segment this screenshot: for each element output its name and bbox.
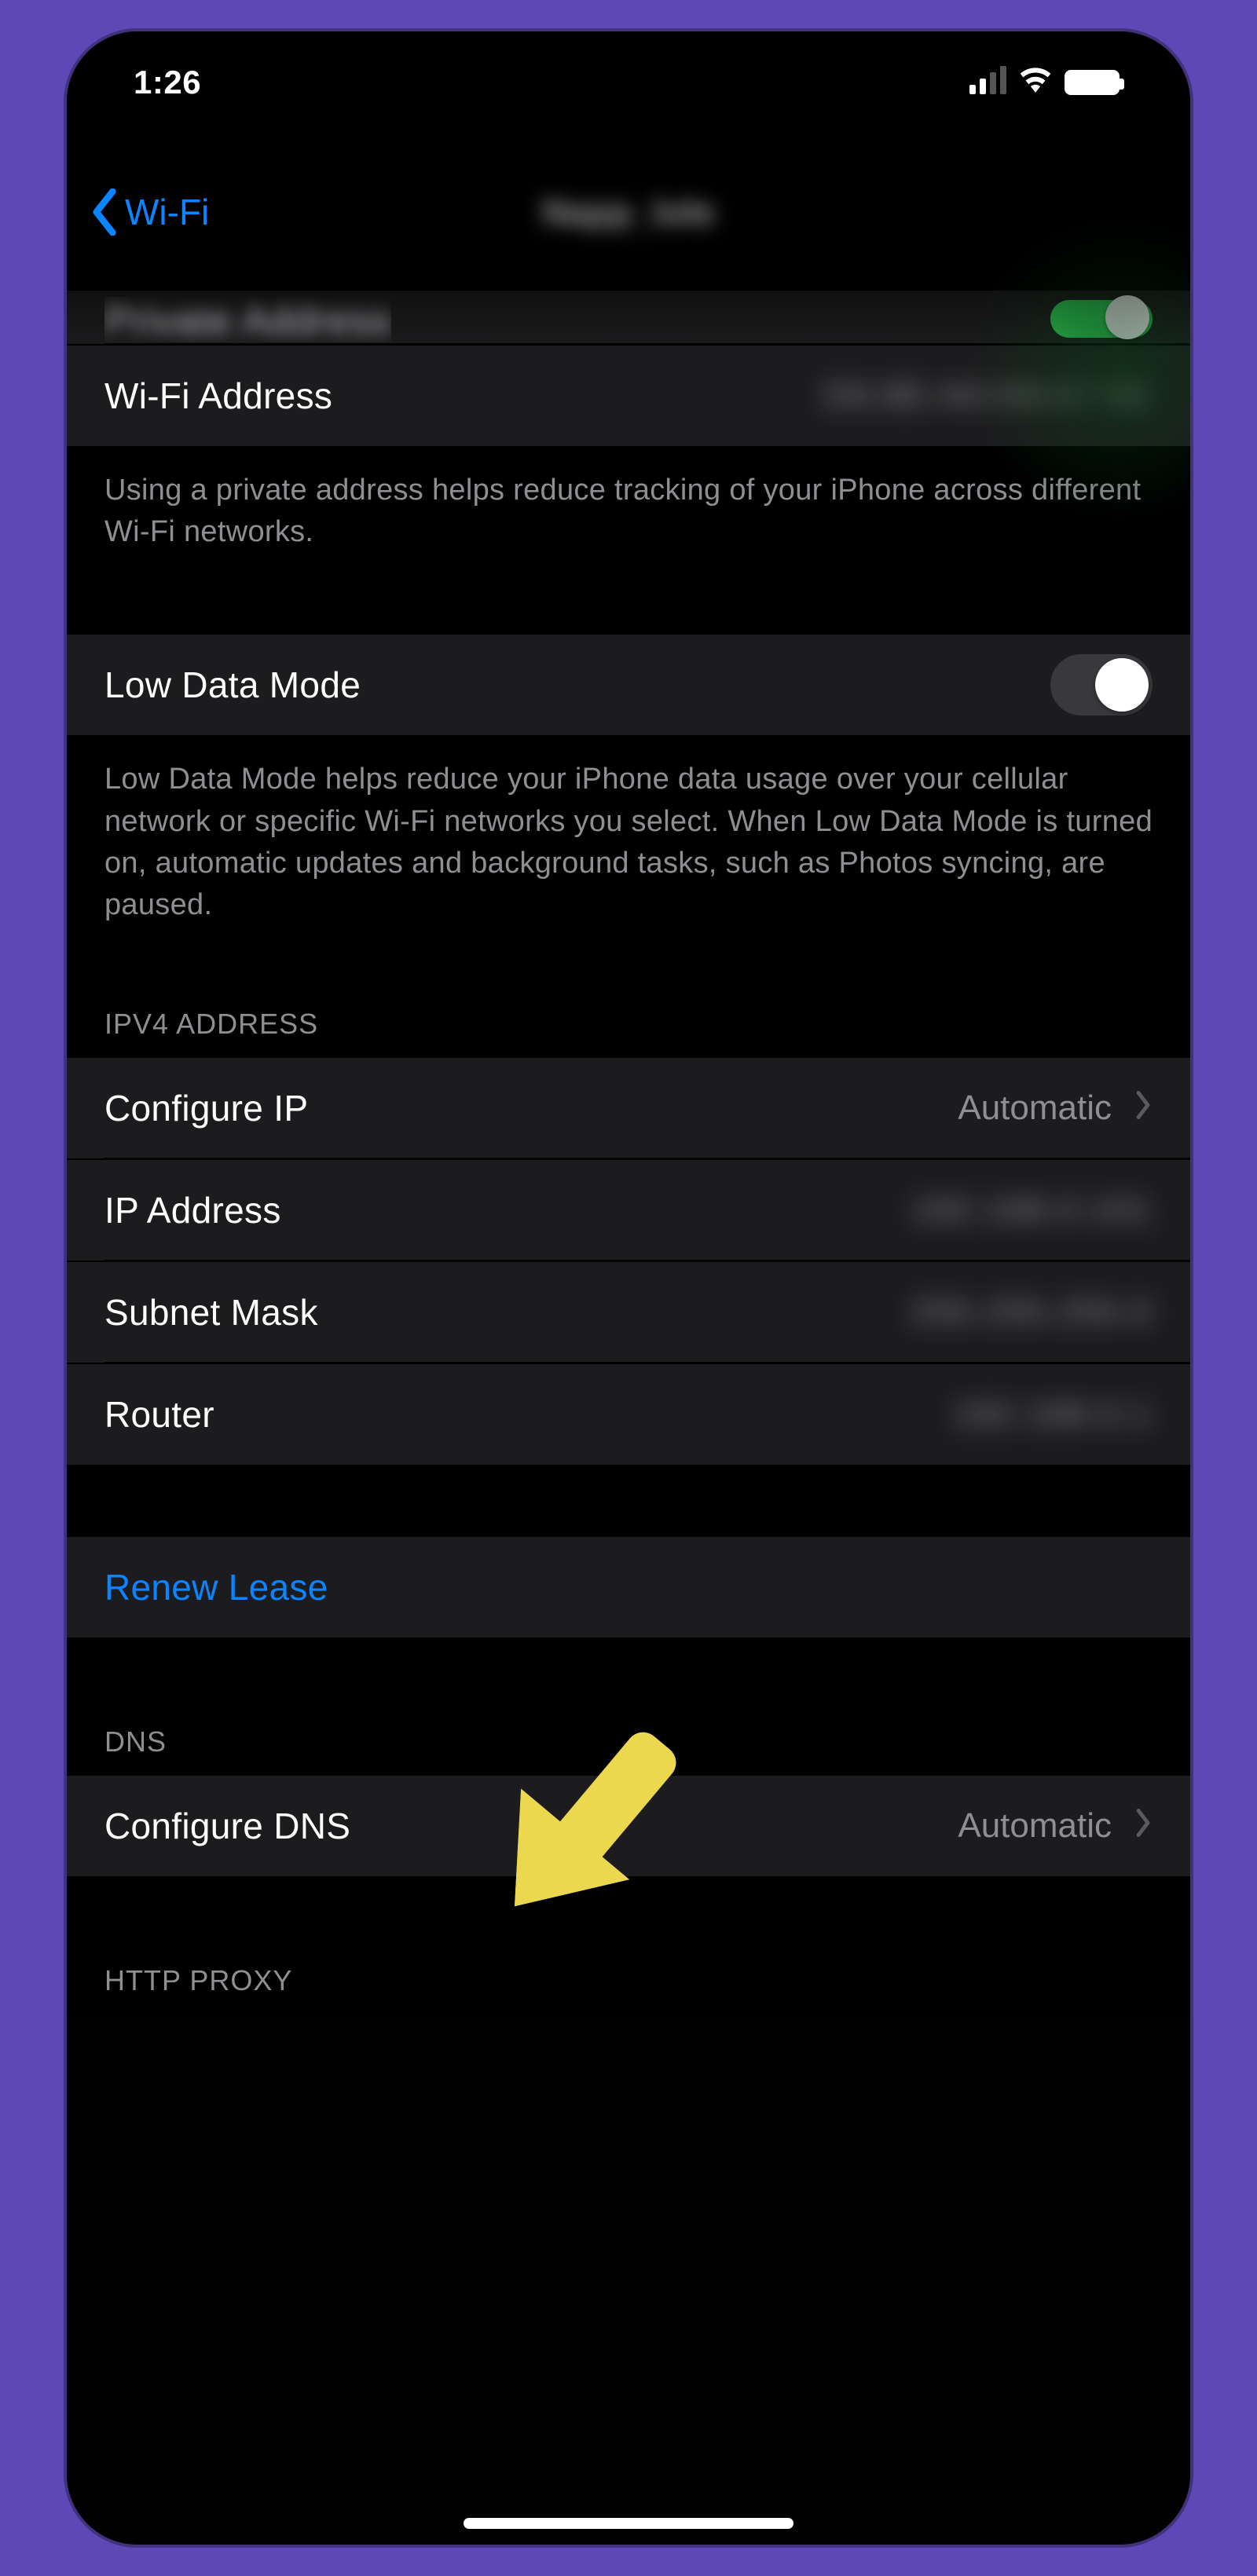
status-time: 1:26 — [134, 64, 201, 101]
battery-icon — [1065, 70, 1120, 95]
header-http-proxy: HTTP PROXY — [67, 1878, 1190, 2014]
footer-private-address: Using a private address helps reduce tra… — [67, 448, 1190, 587]
section-gap — [67, 1466, 1190, 1537]
back-label: Wi-Fi — [125, 191, 209, 233]
nav-title: Napp_lole — [542, 191, 715, 233]
footer-low-data: Low Data Mode helps reduce your iPhone d… — [67, 737, 1190, 961]
subnet-mask-label: Subnet Mask — [104, 1291, 318, 1334]
content-scroll[interactable]: Private Address Wi-Fi Address D6:8E:A0:D… — [67, 291, 1190, 2545]
wifi-icon — [1019, 64, 1052, 101]
private-address-label: Private Address — [104, 297, 391, 342]
chevron-right-icon — [1120, 1087, 1153, 1129]
configure-ip-label: Configure IP — [104, 1087, 308, 1129]
ip-address-value: 192.168.0.101 — [911, 1191, 1153, 1230]
wifi-address-label: Wi-Fi Address — [104, 375, 332, 417]
low-data-label: Low Data Mode — [104, 664, 361, 706]
chevron-right-icon — [1120, 1805, 1153, 1847]
configure-ip-value: Automatic — [958, 1089, 1112, 1128]
configure-dns-value: Automatic — [958, 1806, 1112, 1846]
row-configure-ip[interactable]: Configure IP Automatic — [67, 1058, 1190, 1160]
configure-dns-label: Configure DNS — [104, 1805, 350, 1847]
row-configure-dns[interactable]: Configure DNS Automatic — [67, 1776, 1190, 1878]
group-dns: Configure DNS Automatic — [67, 1776, 1190, 1878]
back-button[interactable]: Wi-Fi — [90, 188, 209, 236]
row-low-data[interactable]: Low Data Mode — [67, 635, 1190, 737]
row-wifi-address: Wi-Fi Address D6:8E:A0:D8:67:9E — [67, 346, 1190, 448]
group-private-address: Private Address Wi-Fi Address D6:8E:A0:D… — [67, 291, 1190, 448]
status-right — [969, 64, 1120, 101]
header-dns: DNS — [67, 1639, 1190, 1776]
group-low-data: Low Data Mode — [67, 635, 1190, 737]
home-indicator[interactable] — [464, 2518, 793, 2529]
cellular-signal-icon — [969, 71, 1006, 94]
row-ip-address: IP Address 192.168.0.101 — [67, 1160, 1190, 1262]
phone-frame: 1:26 Wi-Fi Napp_lole — [67, 31, 1190, 2545]
group-ipv4: Configure IP Automatic IP Address 192.16… — [67, 1058, 1190, 1466]
renew-lease-label: Renew Lease — [104, 1566, 328, 1608]
screen: 1:26 Wi-Fi Napp_lole — [67, 31, 1190, 2545]
header-ipv4: IPV4 ADDRESS — [67, 961, 1190, 1058]
router-value: 192.168.0.1 — [953, 1395, 1153, 1434]
status-bar: 1:26 — [67, 31, 1190, 134]
router-label: Router — [104, 1393, 214, 1436]
ip-address-label: IP Address — [104, 1189, 281, 1231]
row-private-address[interactable]: Private Address — [67, 291, 1190, 346]
row-router: Router 192.168.0.1 — [67, 1364, 1190, 1466]
private-address-toggle[interactable] — [1050, 300, 1153, 338]
row-renew-lease[interactable]: Renew Lease — [67, 1537, 1190, 1639]
section-gap — [67, 587, 1190, 635]
group-renew-lease: Renew Lease — [67, 1537, 1190, 1639]
nav-header: Wi-Fi Napp_lole — [67, 134, 1190, 291]
row-subnet-mask: Subnet Mask 255.255.255.0 — [67, 1262, 1190, 1364]
wifi-address-value: D6:8E:A0:D8:67:9E — [824, 376, 1153, 415]
subnet-mask-value: 255.255.255.0 — [911, 1293, 1153, 1332]
low-data-toggle[interactable] — [1050, 654, 1153, 715]
